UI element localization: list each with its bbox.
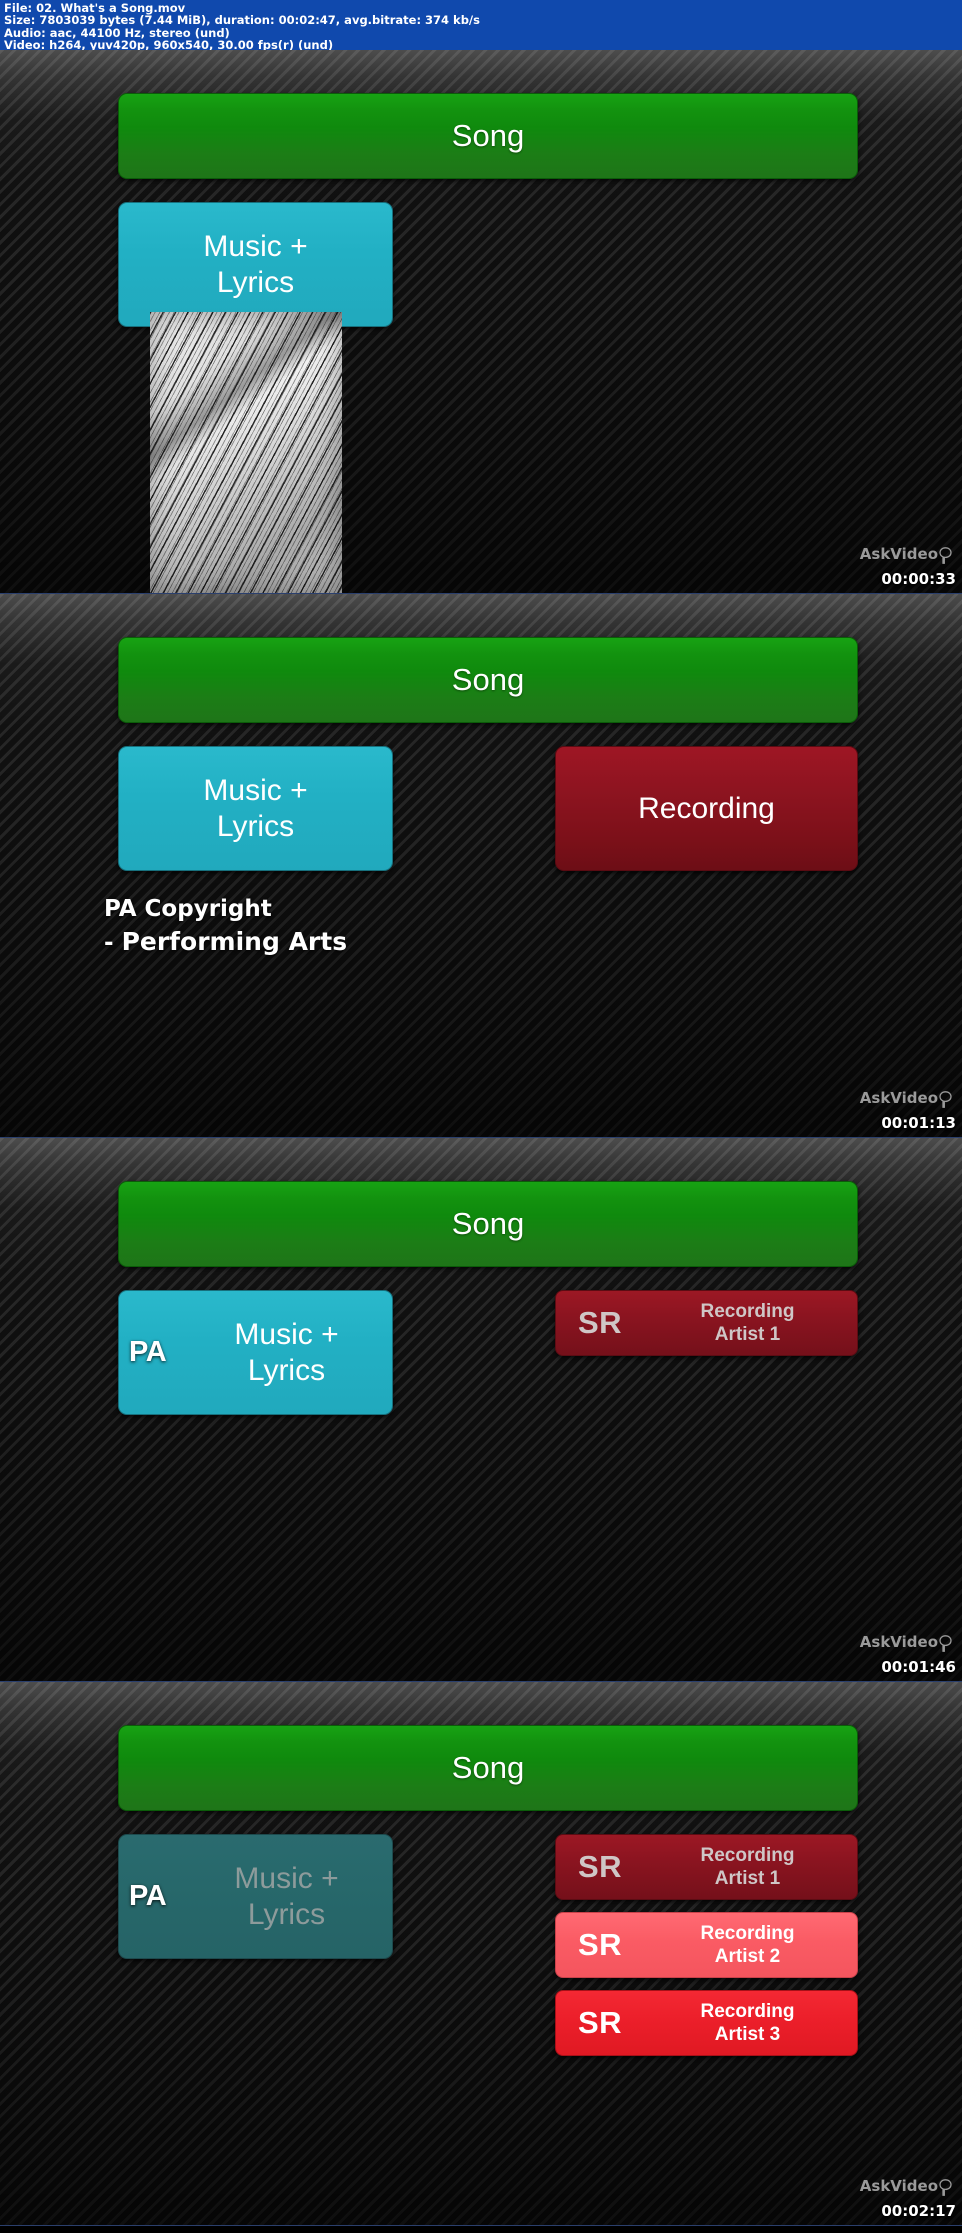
sr-label-line2: Artist 1	[714, 1868, 781, 1889]
askvideo-watermark-text: AskVideo	[859, 2177, 938, 2195]
song-box: Song	[118, 1181, 858, 1267]
pa-badge: PA	[129, 1879, 167, 1912]
music-lyrics-label: Music + Lyrics	[203, 229, 307, 299]
music-lyrics-line2: Lyrics	[247, 1353, 326, 1387]
sr-label: Recording Artist 1	[644, 1300, 857, 1346]
video-frame-2[interactable]: Song Music + Lyrics Recording PA Copyrig…	[0, 594, 962, 1138]
music-lyrics-box: PA Music + Lyrics	[118, 1834, 393, 1959]
contact-sheet: Song Music + Lyrics AskVideo 00:00:33 So…	[0, 50, 962, 2226]
sr-label-line2: Artist 3	[714, 2024, 781, 2045]
sr-label-line1: Recording	[700, 1300, 795, 1322]
sr-label: Recording Artist 3	[644, 2000, 857, 2046]
sr-badge: SR	[577, 1304, 623, 1340]
caption-line-2: - Performing Arts	[104, 925, 347, 959]
music-lyrics-label: Music + Lyrics	[203, 773, 307, 843]
recording-label: Recording	[638, 791, 775, 825]
frame-timestamp: 00:00:33	[881, 570, 956, 588]
frame-timestamp: 00:02:17	[881, 2202, 956, 2220]
song-label: Song	[451, 1205, 525, 1241]
speech-balloon-icon	[939, 1090, 952, 1108]
sr-label-line1: Recording	[700, 1844, 795, 1866]
askvideo-watermark: AskVideo	[859, 1633, 952, 1652]
sr-recording-artist-3: SR Recording Artist 3	[555, 1990, 858, 2056]
video-frame-4[interactable]: Song PA Music + Lyrics SR Recording Arti…	[0, 1682, 962, 2226]
music-lyrics-line1: Music +	[234, 1862, 339, 1896]
askvideo-watermark: AskVideo	[859, 1089, 952, 1108]
music-lyrics-box: PA Music + Lyrics	[118, 1290, 393, 1415]
song-box: Song	[118, 1725, 858, 1811]
sr-badge: SR	[577, 1848, 623, 1884]
music-lyrics-line2: Lyrics	[247, 1897, 326, 1931]
sr-label-line2: Artist 2	[714, 1946, 781, 1967]
speech-balloon-icon	[939, 2178, 952, 2196]
sr-recording-artist-1: SR Recording Artist 1	[555, 1290, 858, 1356]
music-lyrics-label: Music + Lyrics	[172, 1317, 338, 1387]
caption-line-2-prefix: -	[104, 930, 122, 957]
speech-balloon-icon	[939, 1634, 952, 1652]
song-box: Song	[118, 93, 858, 179]
askvideo-watermark-text: AskVideo	[859, 1089, 938, 1107]
music-lyrics-label: Music + Lyrics	[172, 1861, 338, 1931]
frame-timestamp: 00:01:46	[881, 1658, 956, 1676]
pa-copyright-caption: PA Copyright - Performing Arts	[104, 894, 347, 959]
media-info-header: File: 02. What's a Song.mov Size: 780303…	[0, 0, 962, 52]
video-frame-3[interactable]: Song PA Music + Lyrics SR Recording Arti…	[0, 1138, 962, 1682]
frame-timestamp: 00:01:13	[881, 1114, 956, 1132]
song-box: Song	[118, 637, 858, 723]
speech-balloon-icon	[939, 546, 952, 564]
recording-box: Recording	[555, 746, 858, 871]
music-lyrics-line2: Lyrics	[216, 809, 295, 843]
music-lyrics-line1: Music +	[203, 774, 308, 808]
caption-line-2-text: Performing Arts	[121, 927, 348, 957]
sr-label: Recording Artist 2	[644, 1922, 857, 1968]
sheet-music-photo	[150, 312, 342, 593]
askvideo-watermark-text: AskVideo	[859, 1633, 938, 1651]
caption-line-1: PA Copyright	[104, 896, 272, 922]
song-label: Song	[451, 1749, 525, 1785]
askvideo-watermark: AskVideo	[859, 545, 952, 564]
sr-badge: SR	[577, 1926, 623, 1962]
sr-label-line2: Artist 1	[714, 1324, 781, 1345]
music-lyrics-box: Music + Lyrics	[118, 202, 393, 327]
sr-recording-artist-2: SR Recording Artist 2	[555, 1912, 858, 1978]
music-lyrics-line1: Music +	[203, 230, 308, 264]
sr-badge: SR	[577, 2004, 623, 2040]
info-line-size: Size: 7803039 bytes (7.44 MiB), duration…	[4, 13, 480, 28]
askvideo-watermark-text: AskVideo	[859, 545, 938, 563]
music-lyrics-box: Music + Lyrics	[118, 746, 393, 871]
music-lyrics-line1: Music +	[234, 1318, 339, 1352]
music-lyrics-line2: Lyrics	[216, 265, 295, 299]
askvideo-watermark: AskVideo	[859, 2177, 952, 2196]
sr-label-line1: Recording	[700, 2000, 795, 2022]
sr-recording-artist-1: SR Recording Artist 1	[555, 1834, 858, 1900]
song-label: Song	[451, 661, 525, 697]
sr-label-line1: Recording	[700, 1922, 795, 1944]
video-frame-1[interactable]: Song Music + Lyrics AskVideo 00:00:33	[0, 50, 962, 594]
song-label: Song	[451, 117, 525, 153]
sr-label: Recording Artist 1	[644, 1844, 857, 1890]
pa-badge: PA	[129, 1335, 167, 1368]
